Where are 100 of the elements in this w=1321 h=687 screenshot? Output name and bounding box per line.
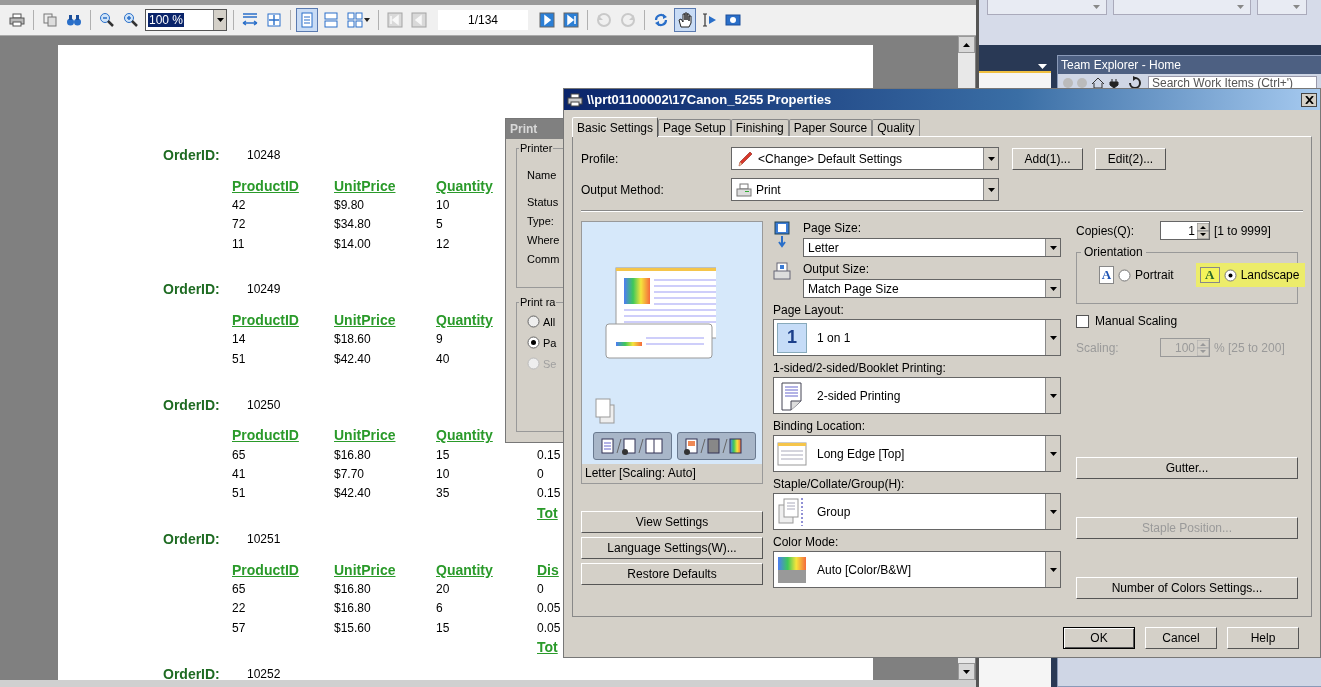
field-label: Page Layout:	[773, 303, 845, 317]
table-cell: 20	[436, 582, 450, 597]
page-number-field[interactable]: 1/134	[438, 10, 528, 30]
tab[interactable]: Basic Settings	[572, 117, 659, 137]
manual-scaling-checkbox[interactable]: Manual Scaling	[1076, 314, 1301, 328]
setting-dropdown[interactable]: 2-sided Printing	[773, 377, 1061, 414]
field-label: Binding Location:	[773, 419, 867, 433]
down-arrow-icon	[963, 669, 970, 674]
dialog-button[interactable]: View Settings	[581, 511, 763, 533]
dialog-button[interactable]: Cancel	[1145, 627, 1217, 649]
column-header: Quantity	[436, 312, 493, 329]
caret-icon	[1049, 286, 1057, 291]
next-icon	[539, 12, 555, 28]
checkbox-icon	[1076, 314, 1089, 328]
table-cell: 10	[436, 197, 450, 212]
field-label: Where	[527, 233, 560, 248]
refresh-icon[interactable]	[1128, 76, 1142, 90]
caret-icon	[1293, 5, 1300, 9]
table-cell: 65	[232, 582, 246, 597]
zoom-in-icon	[123, 12, 139, 28]
table-cell: 6	[436, 601, 443, 616]
column-header: ProductID	[232, 177, 299, 194]
table-cell: $7.70	[334, 466, 365, 481]
radio-label: Pa	[543, 336, 557, 349]
tab[interactable]: Quality	[872, 119, 920, 136]
up-arrow-icon	[963, 42, 970, 47]
table-cell: 0.15	[537, 486, 561, 501]
total-label: Tot	[537, 504, 558, 521]
table-cell: $42.40	[334, 486, 371, 501]
copies-spinbox[interactable]: 1	[1160, 221, 1210, 240]
dialog-button[interactable]: Language Settings(W)...	[581, 537, 763, 559]
profile-dropdown[interactable]: <Change> Default Settings	[731, 147, 999, 170]
close-icon	[1304, 95, 1314, 104]
pencil-icon	[736, 149, 754, 168]
table-cell: 0	[537, 582, 544, 597]
dialog-button[interactable]: Edit(2)...	[1095, 147, 1166, 170]
orientation-option[interactable]: A Portrait	[1095, 263, 1180, 287]
table-cell: $18.60	[334, 332, 371, 347]
output-method-dropdown[interactable]: Print	[731, 178, 999, 201]
field-label: Output Size:	[803, 262, 871, 276]
horizontal-scrollbar[interactable]	[0, 680, 976, 687]
radio-button[interactable]	[527, 336, 540, 349]
table-cell: 15	[436, 620, 450, 635]
page-size-dropdown[interactable]: Letter	[803, 238, 1061, 257]
table-cell: $9.80	[334, 197, 365, 212]
tab[interactable]: Finishing	[730, 119, 789, 136]
color-mode-button[interactable]	[677, 432, 756, 460]
table-cell: 72	[232, 217, 246, 232]
table-cell: 5	[436, 217, 443, 232]
table-cell: 0.05	[537, 601, 561, 616]
table-cell: 0	[537, 466, 544, 481]
spin-arrows-icon	[1197, 222, 1209, 239]
setting-dropdown[interactable]: Group	[773, 493, 1061, 530]
tab[interactable]: Paper Source	[788, 119, 873, 136]
close-button[interactable]	[1301, 92, 1317, 107]
printer-icon	[9, 12, 25, 28]
dialog-button[interactable]: Add(1)...	[1012, 147, 1083, 170]
column-header: ProductID	[232, 427, 299, 444]
page-icon: A	[1199, 267, 1220, 283]
navigation-icons-drawing[interactable]	[1062, 77, 1122, 89]
dropdown-arrow-icon[interactable]	[1038, 64, 1047, 69]
setting-dropdown[interactable]: Auto [Color/B&W]	[773, 551, 1061, 588]
column-header: UnitPrice	[334, 427, 396, 444]
dialog-button[interactable]: OK	[1063, 627, 1135, 649]
output-size-dropdown[interactable]: Match Page Size	[803, 279, 1061, 298]
table-cell: 11	[232, 236, 245, 251]
page-mode-button[interactable]	[593, 432, 672, 460]
column-header: Dis	[537, 561, 559, 578]
hand-button[interactable]	[674, 8, 696, 32]
spin-arrows-icon	[1197, 339, 1209, 356]
orientation-option[interactable]: A Landscape	[1195, 263, 1306, 287]
single-page-button[interactable]	[296, 8, 318, 32]
dialog-button[interactable]: Number of Colors Settings...	[1076, 577, 1298, 599]
range-hint: [1 to 9999]	[1214, 223, 1271, 238]
order-id-value: 10249	[247, 282, 281, 297]
dialog-button[interactable]: Restore Defaults	[581, 563, 763, 585]
zoom-combo[interactable]: 100 %	[145, 9, 227, 31]
dialog-button[interactable]: Gutter...	[1076, 457, 1298, 479]
order-id-label: OrderID:	[163, 396, 221, 413]
column-header: UnitPrice	[334, 177, 396, 194]
caret-icon	[216, 18, 224, 22]
order-id-value: 10248	[247, 148, 281, 162]
table-cell: 65	[232, 447, 246, 462]
table-cell: 51	[232, 486, 246, 501]
setting-dropdown[interactable]: 1 1 on 1	[773, 319, 1061, 356]
table-cell: 57	[232, 620, 246, 635]
setting-dropdown[interactable]: Long Edge [Top]	[773, 435, 1061, 472]
field-label: Status	[527, 195, 559, 210]
camera-icon	[725, 12, 741, 28]
table-cell: 40	[436, 351, 450, 366]
dialog-button[interactable]: Help	[1227, 627, 1299, 649]
range-hint: % [25 to 200]	[1214, 340, 1285, 355]
radio-button[interactable]	[527, 315, 540, 328]
group-label: Print ra	[519, 296, 557, 308]
forward-icon	[620, 12, 636, 28]
order-id-value: 10250	[247, 397, 281, 412]
tab[interactable]: Page Setup	[658, 119, 731, 136]
table-cell: 0.05	[537, 620, 561, 635]
caret-icon	[1049, 567, 1057, 572]
table-cell: 22	[232, 601, 246, 616]
